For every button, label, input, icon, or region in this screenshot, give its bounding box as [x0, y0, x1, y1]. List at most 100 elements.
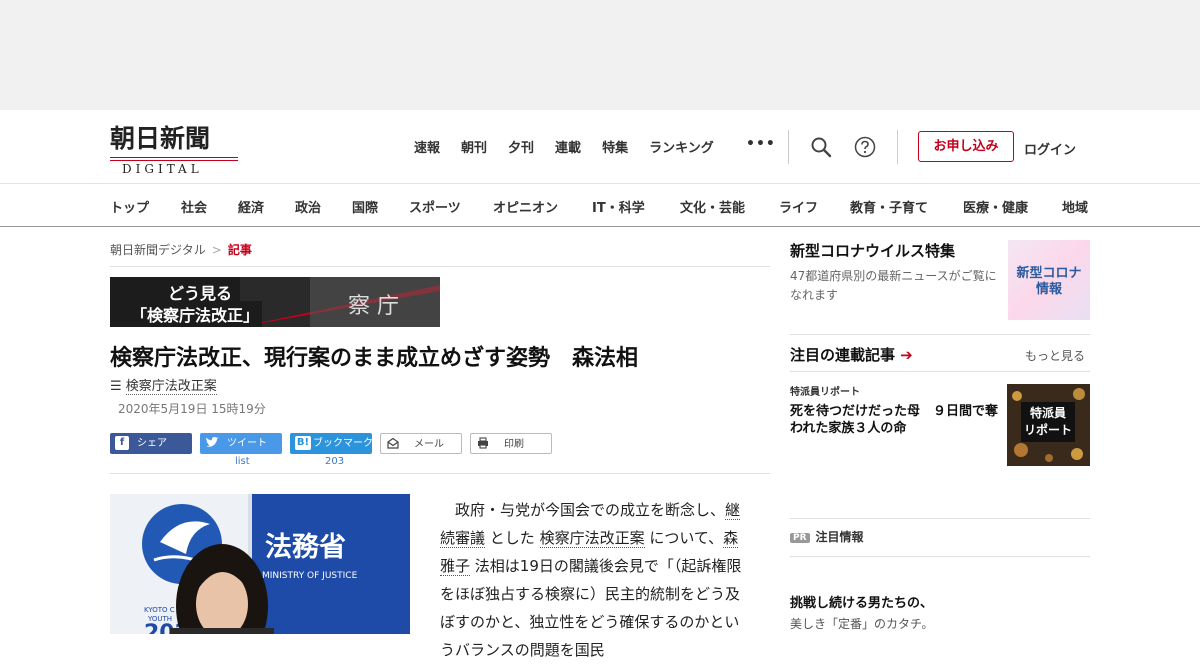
cat-it-science[interactable]: IT・科学 — [592, 197, 645, 216]
covid-badge-line-2: 情報 — [1035, 282, 1062, 297]
divider — [110, 473, 770, 474]
logo-rule — [110, 157, 238, 161]
more-menu-icon[interactable]: ••• — [746, 136, 776, 152]
nav-series[interactable]: 連載 — [555, 137, 581, 156]
photo-sign-en: MINISTRY OF JUSTICE — [262, 571, 358, 581]
search-icon[interactable] — [810, 136, 832, 158]
featured-thumbnail[interactable]: 特派員 リポート — [1007, 384, 1090, 466]
pr-heading-label: 注目情報 — [815, 530, 864, 544]
twitter-icon — [205, 436, 219, 450]
divider — [790, 518, 1090, 519]
divider — [788, 130, 789, 164]
body-text: とした — [485, 529, 540, 547]
cat-region[interactable]: 地域 — [1062, 197, 1088, 216]
cat-health[interactable]: 医療・健康 — [963, 197, 1028, 216]
logo-main-text: 朝日新聞 — [110, 124, 211, 153]
body-text: について、 — [644, 529, 724, 547]
body-text: 法相は19日の閣議後会見で「（起訴権限をほぼ独占する検察に）民主的統制をどう及ぼ… — [440, 557, 742, 659]
more-link[interactable]: もっと見る — [1025, 347, 1085, 364]
share-hatena-label: ブックマーク — [313, 438, 373, 449]
featured-thumb-line-2: リポート — [1023, 423, 1072, 437]
covid-feature[interactable]: 新型コロナウイルス特集 47都道府県別の最新ニュースがご覧になれます — [790, 240, 1005, 305]
site-logo[interactable]: 朝日新聞 DIGITAL — [110, 124, 242, 180]
featured-thumb-label: 特派員 リポート — [1021, 402, 1075, 442]
featured-series-item[interactable]: 特派員リポート 死を待つだけだった母 ９日間で奪われた家族３人の命 — [790, 383, 1002, 437]
nav-breaking[interactable]: 速報 — [414, 137, 440, 156]
featured-title: 死を待つだけだった母 ９日間で奪われた家族３人の命 — [790, 404, 999, 436]
series-label: 検察庁法改正案 — [125, 379, 217, 395]
arrow-right-icon: ➔ — [900, 346, 913, 364]
help-icon[interactable] — [854, 136, 876, 158]
covid-badge-line-1: 新型コロナ — [1016, 266, 1082, 281]
hatena-icon: B! — [295, 436, 311, 450]
promo-sub: 美しき「定番」のカタチ。 — [790, 617, 934, 631]
share-twitter-button[interactable]: ツイート — [200, 433, 282, 454]
body-text: 政府・与党が今国会での成立を断念し、 — [440, 501, 726, 519]
photo-kyoto: KYOTO C — [144, 606, 175, 614]
breadcrumb-home[interactable]: 朝日新聞デジタル — [110, 243, 206, 257]
series-link[interactable]: ☰ 検察庁法改正案 — [110, 375, 217, 395]
cat-economy[interactable]: 経済 — [238, 197, 264, 216]
feature-banner[interactable]: 察 庁 どう見る 「検察庁法改正」 — [110, 277, 440, 327]
tag-link-prosecutors-bill[interactable]: 検察庁法改正案 — [539, 529, 645, 548]
cat-international[interactable]: 国際 — [352, 197, 378, 216]
share-facebook-button[interactable]: f シェア — [110, 433, 192, 454]
covid-thumbnail[interactable]: 新型コロナ 情報 — [1008, 240, 1090, 320]
top-nav: 速報 朝刊 夕刊 連載 特集 ランキング — [414, 137, 735, 156]
covid-title: 新型コロナウイルス特集 — [790, 242, 956, 260]
article-body: 政府・与党が今国会での成立を断念し、継続審議 とした 検察庁法改正案 について、… — [440, 496, 748, 664]
twitter-count[interactable]: list — [235, 456, 250, 467]
share-mail-button[interactable]: メール — [380, 433, 462, 454]
promo-title: 挑戦し続ける男たちの、 — [790, 596, 934, 611]
nav-features[interactable]: 特集 — [602, 137, 628, 156]
promo-item[interactable]: 挑戦し続ける男たちの、 美しき「定番」のカタチ。 — [790, 592, 1090, 632]
nav-ranking[interactable]: ランキング — [649, 137, 714, 156]
cat-politics[interactable]: 政治 — [295, 197, 321, 216]
cat-opinion[interactable]: オピニオン — [493, 197, 558, 216]
login-link[interactable]: ログイン — [1024, 139, 1076, 158]
photo-sign-text: 法務省 — [265, 532, 346, 563]
logo-sub-text: DIGITAL — [122, 162, 203, 176]
cat-society[interactable]: 社会 — [181, 197, 207, 216]
banner-line-2: 「検察庁法改正」 — [128, 301, 263, 327]
pr-heading: PR 注目情報 — [790, 528, 864, 545]
divider — [110, 266, 770, 267]
signup-button[interactable]: お申し込み — [918, 131, 1014, 162]
share-twitter-label: ツイート — [227, 438, 267, 449]
cat-life[interactable]: ライフ — [779, 197, 818, 216]
publish-date: 2020年5月19日 15時19分 — [118, 402, 266, 416]
breadcrumb-separator: > — [211, 243, 222, 257]
article-title: 検察庁法改正、現行案のまま成立めざす姿勢 森法相 — [110, 346, 639, 371]
nav-evening[interactable]: 夕刊 — [508, 137, 534, 156]
hatena-count[interactable]: 203 — [325, 456, 344, 467]
share-mail-label: メール — [414, 439, 444, 450]
featured-label: 特派員リポート — [790, 387, 860, 398]
breadcrumb-current: 記事 — [227, 243, 252, 257]
cat-culture[interactable]: 文化・芸能 — [680, 197, 745, 216]
cat-sports[interactable]: スポーツ — [409, 197, 461, 216]
series-heading[interactable]: 注目の連載記事 ➔ — [790, 344, 913, 365]
list-icon: ☰ — [110, 379, 122, 394]
mail-icon — [386, 437, 400, 451]
share-hatena-button[interactable]: B! ブックマーク — [290, 433, 373, 454]
category-nav: トップ 社会 経済 政治 国際 スポーツ オピニオン IT・科学 文化・芸能 ラ… — [0, 184, 1200, 227]
ad-banner-area — [0, 0, 1200, 110]
pr-badge: PR — [790, 533, 810, 543]
divider — [790, 556, 1090, 557]
divider — [790, 371, 1090, 372]
print-label: 印刷 — [504, 439, 524, 450]
nav-morning[interactable]: 朝刊 — [461, 137, 487, 156]
divider — [897, 130, 898, 164]
covid-desc: 47都道府県別の最新ニュースがご覧になれます — [790, 269, 997, 302]
banner-photo-text: 察 庁 — [348, 294, 399, 319]
print-button[interactable]: 印刷 — [470, 433, 552, 454]
cat-top[interactable]: トップ — [110, 197, 149, 216]
facebook-icon: f — [115, 436, 129, 450]
breadcrumb: 朝日新聞デジタル > 記事 — [110, 241, 252, 258]
featured-thumb-line-1: 特派員 — [1029, 406, 1066, 420]
cat-education[interactable]: 教育・子育て — [850, 197, 928, 216]
share-facebook-label: シェア — [137, 438, 167, 449]
divider — [790, 334, 1090, 335]
print-icon — [476, 437, 490, 451]
article-photo[interactable]: 法務省 MINISTRY OF JUSTICE KYOTO C YOUTH 20… — [110, 494, 410, 634]
